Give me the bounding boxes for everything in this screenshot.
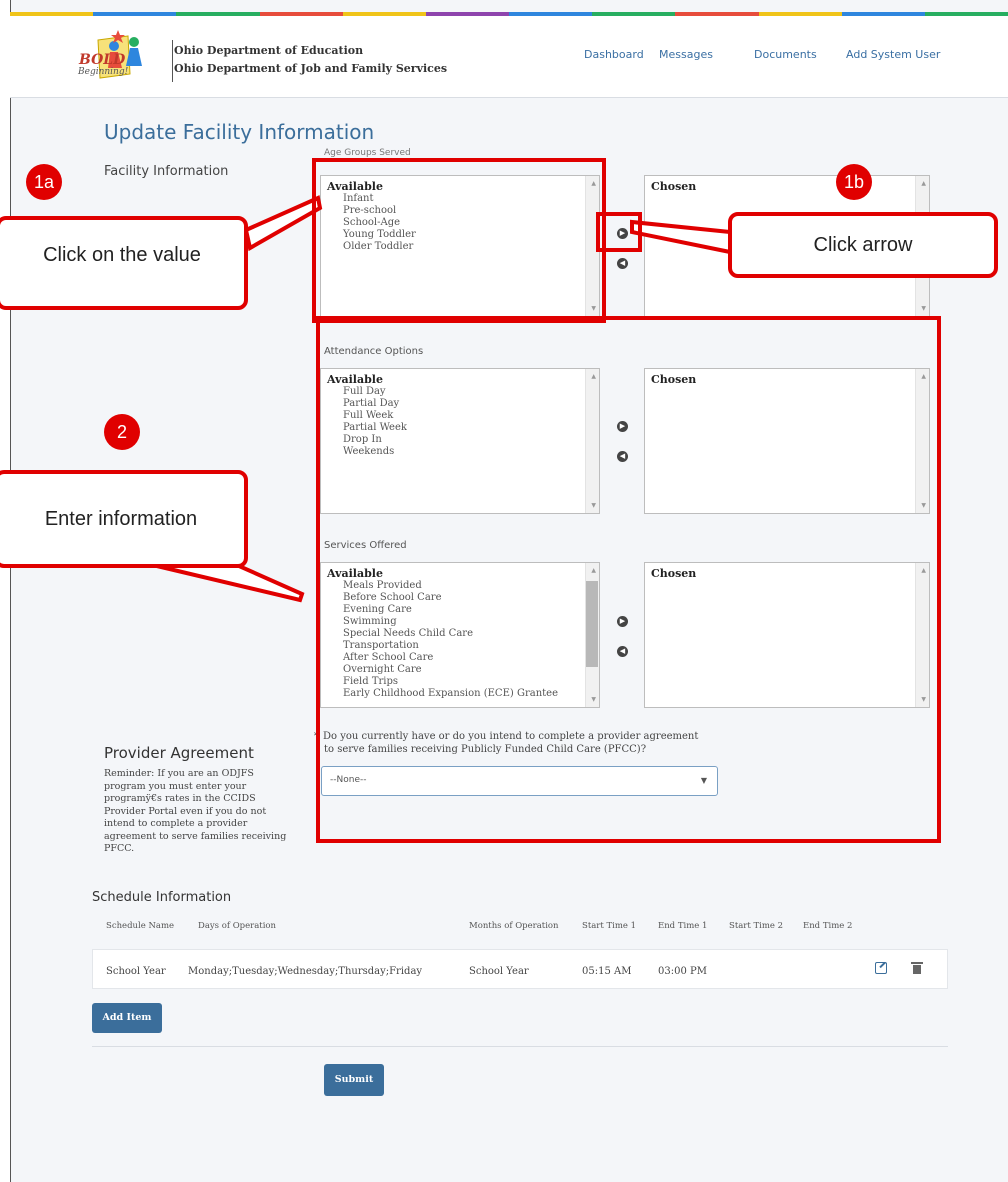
trash-icon[interactable] [911,962,923,974]
cell-end-time-1: 03:00 PM [658,966,707,977]
highlight-add-arrow [596,212,642,252]
age-groups-label: Age Groups Served [324,148,411,158]
logo-text: BOLD [79,52,126,68]
callout-click-value: Click on the value [0,216,248,310]
chosen-header: Chosen [651,180,697,193]
col-end-time-1: End Time 1 [658,921,708,931]
step-badge-2: 2 [104,414,140,450]
edit-icon[interactable] [875,962,887,974]
cell-months-of-operation: School Year [469,966,529,977]
submit-button[interactable]: Submit [324,1064,384,1096]
nav-add-system-user[interactable]: Add System User [846,48,940,61]
logo-subtext: Beginning! [78,67,129,77]
page-title: Update Facility Information [104,120,375,144]
header-divider [172,40,173,82]
nav-messages[interactable]: Messages [659,48,713,61]
nav-documents[interactable]: Documents [754,48,817,61]
remove-arrow-icon[interactable]: ◀ [617,258,628,269]
col-months-of-operation: Months of Operation [469,921,559,931]
cell-days-of-operation: Monday;Tuesday;Wednesday;Thursday;Friday [188,966,423,977]
step-badge-1a: 1a [26,164,62,200]
step-badge-1b: 1b [836,164,872,200]
col-schedule-name: Schedule Name [106,921,175,931]
schedule-information-title: Schedule Information [92,890,232,905]
add-item-button[interactable]: Add Item [92,1003,162,1033]
provider-agreement-title: Provider Agreement [104,744,254,762]
callout-click-arrow: Click arrow [728,212,998,278]
col-start-time-1: Start Time 1 [582,921,637,931]
cell-schedule-name: School Year [106,966,166,977]
nav-dashboard[interactable]: Dashboard [584,48,644,61]
highlight-age-groups-available [312,158,606,323]
divider [92,1046,948,1047]
agency-name-odjfs: Ohio Department of Job and Family Servic… [174,62,448,75]
highlight-form-section [316,316,941,843]
col-end-time-2: End Time 2 [803,921,853,931]
facility-information-label: Facility Information [104,164,229,179]
col-start-time-2: Start Time 2 [729,921,784,931]
provider-agreement-reminder: Reminder: If you are an ODJFS program yo… [104,768,287,854]
callout-enter-information: Enter information [0,470,248,568]
site-header: Ohio Department of Education Ohio Depart… [10,16,1008,98]
agency-name-ode: Ohio Department of Education [174,44,364,57]
col-days-of-operation: Days of Operation [198,921,277,931]
cell-start-time-1: 05:15 AM [582,966,632,977]
